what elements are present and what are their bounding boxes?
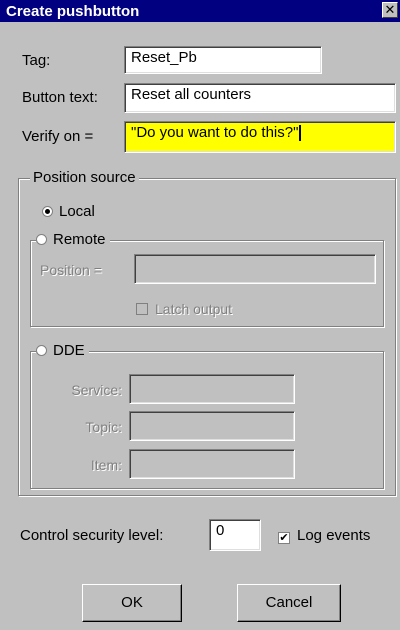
dde-radio[interactable]: DDE bbox=[36, 342, 89, 359]
security-level-value: 0 bbox=[216, 522, 225, 539]
local-radio-label: Local bbox=[59, 203, 95, 220]
position-label: Position = bbox=[40, 262, 102, 278]
security-level-label: Control security level: bbox=[20, 527, 164, 544]
close-icon: ✕ bbox=[384, 2, 396, 17]
item-input[interactable] bbox=[129, 449, 295, 479]
ok-button-label: OK bbox=[121, 594, 143, 611]
verify-input[interactable]: "Do you want to do this?" bbox=[124, 121, 396, 153]
dde-radio-label: DDE bbox=[53, 342, 85, 359]
tag-input[interactable]: Reset_Pb bbox=[124, 46, 322, 74]
create-pushbutton-dialog: Create pushbutton ✕ Tag: Reset_Pb Button… bbox=[0, 0, 400, 630]
position-source-legend: Position source bbox=[30, 169, 139, 186]
security-level-input[interactable]: 0 bbox=[209, 519, 261, 551]
service-input[interactable] bbox=[129, 374, 295, 404]
latch-output-box bbox=[136, 303, 148, 315]
verify-value: "Do you want to do this?" bbox=[131, 124, 299, 141]
title-bar: Create pushbutton ✕ bbox=[0, 0, 400, 22]
latch-output-label: Latch output bbox=[155, 301, 233, 317]
tag-value: Reset_Pb bbox=[131, 49, 197, 66]
button-text-input[interactable]: Reset all counters bbox=[124, 83, 396, 113]
close-button[interactable]: ✕ bbox=[382, 2, 398, 18]
window-title: Create pushbutton bbox=[6, 3, 140, 20]
local-radio-indicator bbox=[42, 206, 53, 217]
latch-output-checkbox[interactable]: Latch output bbox=[136, 301, 232, 318]
text-caret bbox=[299, 125, 302, 142]
log-events-box: ✔ bbox=[278, 532, 290, 544]
dde-radio-indicator bbox=[36, 345, 47, 356]
button-text-value: Reset all counters bbox=[131, 86, 252, 103]
service-label: Service: bbox=[71, 382, 122, 398]
topic-label: Topic: bbox=[85, 419, 122, 435]
cancel-button-label: Cancel bbox=[265, 594, 313, 611]
topic-input[interactable] bbox=[129, 411, 295, 441]
remote-radio[interactable]: Remote bbox=[36, 231, 110, 248]
verify-label: Verify on = bbox=[22, 128, 94, 145]
check-icon: ✔ bbox=[279, 532, 289, 544]
item-label: Item: bbox=[90, 457, 122, 473]
remote-radio-indicator bbox=[36, 234, 47, 245]
tag-label: Tag: bbox=[22, 52, 51, 69]
cancel-button[interactable]: Cancel bbox=[237, 584, 341, 622]
button-text-label: Button text: bbox=[22, 89, 98, 106]
log-events-label: Log events bbox=[297, 527, 371, 544]
log-events-checkbox[interactable]: ✔ Log events bbox=[278, 527, 370, 544]
position-input[interactable] bbox=[134, 254, 376, 284]
remote-radio-label: Remote bbox=[53, 231, 106, 248]
local-radio[interactable]: Local bbox=[42, 203, 95, 220]
ok-button[interactable]: OK bbox=[82, 584, 182, 622]
